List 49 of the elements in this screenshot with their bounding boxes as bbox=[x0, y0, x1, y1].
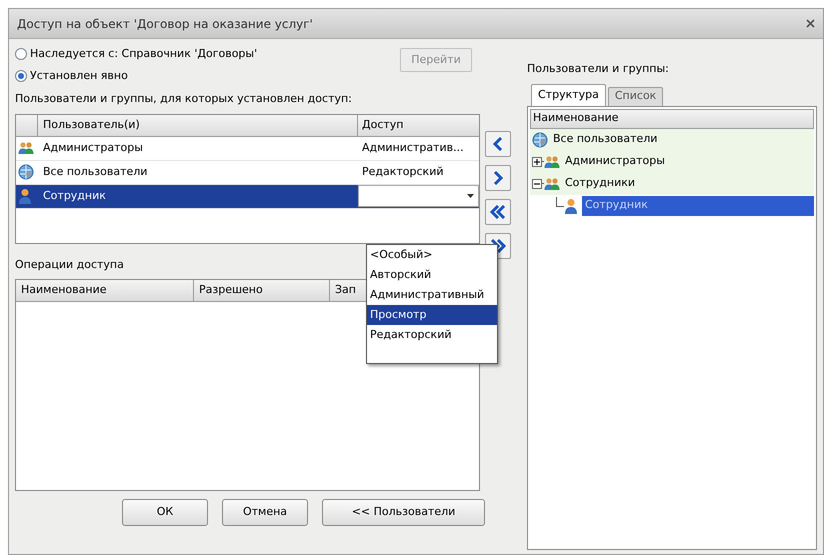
section-label: Пользователи и группы, для которых установлен доступ: bbox=[15, 91, 353, 107]
column-header: Доступ bbox=[361, 116, 404, 133]
double-chevron-left-icon bbox=[490, 205, 506, 219]
table-row[interactable]: Администраторы Административ... bbox=[16, 136, 479, 160]
user-icon bbox=[564, 198, 578, 214]
users-icon bbox=[544, 176, 560, 190]
column-header: Наименование bbox=[530, 108, 814, 128]
dialog-button[interactable]: ОК bbox=[122, 499, 208, 526]
tab[interactable]: Структура bbox=[531, 84, 606, 106]
tree-toggle[interactable] bbox=[532, 178, 542, 188]
radio-label: Наследуется с: Справочник 'Договоры' bbox=[30, 46, 258, 62]
dialog-button[interactable]: << Пользователи bbox=[322, 499, 485, 526]
move-right-button[interactable] bbox=[485, 165, 511, 191]
table-row[interactable]: Сотрудник bbox=[16, 184, 479, 208]
table-cell-text: Администраторы bbox=[42, 140, 144, 156]
chevron-left-icon bbox=[493, 137, 503, 151]
table-cell-text: Сотрудник bbox=[42, 188, 107, 204]
minus-icon bbox=[534, 180, 540, 186]
table-cell-text: Редакторский bbox=[361, 164, 445, 180]
move-all-left-button[interactable] bbox=[485, 199, 511, 225]
close-icon[interactable] bbox=[806, 19, 815, 28]
move-left-button[interactable] bbox=[485, 131, 511, 157]
table-cell-text: Все пользователи bbox=[42, 164, 148, 180]
dropdown-option[interactable]: Просмотр bbox=[367, 305, 497, 325]
tree-toggle[interactable] bbox=[532, 156, 542, 166]
column-header: Разрешено bbox=[194, 280, 330, 301]
radio-label: Установлен явно bbox=[30, 68, 128, 84]
plus-icon bbox=[534, 158, 540, 164]
radio-button[interactable] bbox=[15, 48, 27, 60]
chevron-right-icon bbox=[493, 171, 503, 185]
users-icon bbox=[18, 141, 34, 155]
section-label: Операции доступа bbox=[15, 256, 125, 272]
tab[interactable]: Список bbox=[608, 86, 664, 106]
radio-button[interactable] bbox=[15, 70, 27, 82]
tree-item[interactable]: Сотрудник bbox=[582, 196, 814, 216]
column-header: Пользователь(и) bbox=[38, 114, 358, 136]
column-header: Наименование bbox=[16, 280, 194, 301]
dialog-button[interactable]: Отмена bbox=[222, 499, 308, 526]
globe-users-icon bbox=[18, 164, 34, 180]
users-icon bbox=[544, 154, 560, 168]
dropdown-option[interactable]: <Особый> bbox=[367, 245, 497, 265]
section-label: Пользователи и группы: bbox=[527, 61, 670, 77]
window-title: Доступ на объект 'Договор на оказание услуг' bbox=[17, 16, 313, 32]
table-cell-text: Административ... bbox=[361, 140, 465, 156]
user-icon bbox=[18, 188, 32, 204]
tree-line bbox=[556, 196, 564, 206]
globe-users-icon bbox=[532, 132, 548, 148]
dropdown-caret-icon bbox=[467, 194, 474, 198]
dropdown-option[interactable]: Редакторский bbox=[367, 325, 497, 345]
